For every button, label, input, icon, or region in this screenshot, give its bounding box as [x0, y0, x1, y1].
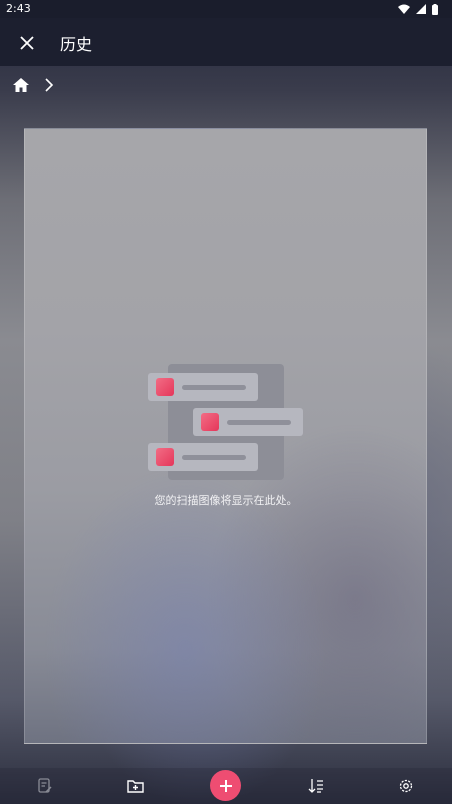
chevron-right-icon — [45, 78, 54, 92]
home-icon[interactable] — [12, 77, 30, 93]
add-scan-button[interactable] — [210, 770, 241, 801]
edit-document-icon — [38, 778, 52, 793]
edit-button[interactable] — [25, 768, 65, 804]
wifi-icon — [398, 4, 410, 14]
settings-icon — [399, 779, 413, 793]
sort-button[interactable] — [296, 768, 336, 804]
page-title: 历史 — [60, 35, 93, 54]
illustration-row — [148, 443, 258, 471]
breadcrumb — [12, 75, 54, 95]
close-button[interactable] — [14, 30, 40, 56]
empty-state-message: 您的扫描图像将显示在此处。 — [154, 494, 298, 507]
status-time: 2:43 — [6, 2, 31, 15]
status-bar: 2:43 — [0, 0, 452, 18]
illustration-row — [148, 373, 258, 401]
signal-icon — [416, 4, 426, 14]
settings-button[interactable] — [386, 768, 426, 804]
battery-icon — [432, 3, 438, 15]
new-folder-button[interactable] — [115, 768, 155, 804]
sort-icon — [308, 779, 323, 793]
illustration-row — [193, 408, 303, 436]
close-icon — [20, 36, 34, 50]
plus-icon — [219, 779, 232, 792]
add-folder-icon — [126, 780, 144, 793]
empty-illustration — [148, 364, 304, 482]
app-bar: 历史 — [0, 18, 452, 66]
